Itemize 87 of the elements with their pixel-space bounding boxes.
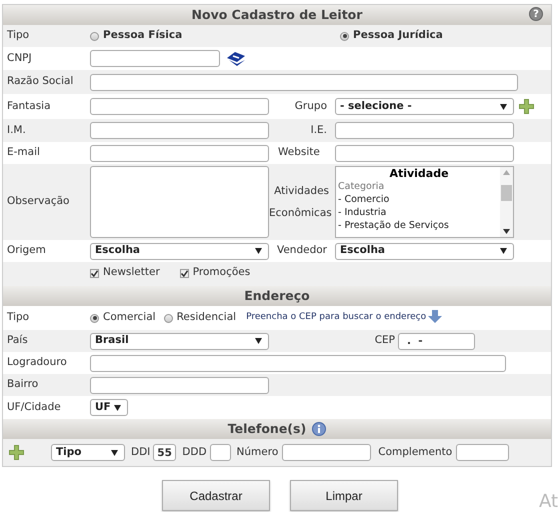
caret-icon <box>500 248 507 254</box>
caret-icon <box>255 338 262 344</box>
radio-label: Comercial <box>103 310 156 326</box>
field-label: E-mail <box>6 145 41 160</box>
field-label: Bairro <box>6 377 40 392</box>
field-label: Website <box>277 145 321 160</box>
field-label: Tipo <box>6 310 30 326</box>
field-label: País <box>6 333 29 348</box>
input-field[interactable] <box>90 50 220 67</box>
scroll-down-icon <box>503 229 510 234</box>
plus-icon <box>519 99 534 114</box>
form-button[interactable]: Limpar <box>290 480 398 511</box>
field-label: Atividades Econômicas <box>269 184 333 221</box>
radio-button[interactable] <box>164 314 173 322</box>
input-field[interactable] <box>282 444 372 461</box>
caret-icon <box>500 104 507 110</box>
section-title: Novo Cadastro de Leitor <box>192 6 362 24</box>
scrollbar[interactable] <box>500 167 513 237</box>
scroll-thumb[interactable] <box>501 185 512 201</box>
field-label: UF/Cidade <box>6 400 62 415</box>
field-label: Vendedor <box>276 243 328 258</box>
field-label: DDD <box>182 444 207 460</box>
check-icon <box>180 270 188 276</box>
radio-label: Pessoa Jurídica <box>353 28 443 44</box>
dropdown[interactable]: Tipo <box>51 444 125 461</box>
list-item[interactable]: - Prestação de Serviços <box>338 219 500 232</box>
input-field[interactable] <box>90 376 269 394</box>
caret-icon <box>111 450 118 456</box>
field-label: CEP <box>374 333 396 348</box>
input-field[interactable] <box>210 444 231 461</box>
field-label: Razão Social <box>6 74 74 90</box>
field-label: Observação <box>6 194 70 210</box>
field-label: CNPJ <box>6 50 33 66</box>
input-field[interactable] <box>335 122 514 139</box>
dropdown[interactable]: Escolha <box>90 242 269 260</box>
field-label: I.M. <box>6 122 27 138</box>
checkbox[interactable] <box>90 268 99 278</box>
field-label: Logradouro <box>6 355 68 370</box>
dropdown[interactable]: Brasil <box>90 332 269 350</box>
caret-icon <box>114 404 121 410</box>
list-item[interactable]: - Comercio <box>338 193 500 206</box>
input-field[interactable]: . - <box>398 332 475 350</box>
list-item[interactable]: - Industria <box>338 206 500 219</box>
check-icon <box>91 270 98 276</box>
hint-text: Preencha o CEP para buscar o endereço <box>246 311 426 324</box>
list-box[interactable]: Atividade Categoria - Comercio - Industria - Prestação de Serviços <box>335 166 514 238</box>
radio-button[interactable] <box>90 32 99 40</box>
list-group-label: Categoria <box>338 180 386 193</box>
input-field[interactable] <box>90 74 518 90</box>
checkbox-label: Promoções <box>192 265 250 280</box>
field-label: I.E. <box>310 122 328 138</box>
dropdown[interactable]: UF <box>90 399 128 416</box>
field-label: Número <box>236 444 278 460</box>
input-field[interactable]: 55 <box>153 444 176 461</box>
section-title: Telefone(s) <box>228 420 306 438</box>
input-field[interactable] <box>90 98 269 115</box>
cut-off-text: At <box>539 490 558 512</box>
emblem-icon <box>225 52 247 66</box>
down-arrow-icon <box>428 310 442 322</box>
field-label: DDI <box>131 444 150 460</box>
radio-label: Residencial <box>176 310 236 326</box>
radio-label: Pessoa Física <box>103 28 182 44</box>
field-label: Grupo <box>294 98 328 114</box>
help-icon[interactable]: ? <box>529 7 543 21</box>
section-title: Endereço <box>244 286 310 305</box>
field-label: Complemento <box>378 444 452 460</box>
input-field[interactable] <box>335 144 514 162</box>
field-label: Fantasia <box>6 98 52 114</box>
radio-button[interactable] <box>90 314 99 322</box>
info-icon <box>312 422 326 436</box>
field-label: Tipo <box>6 28 30 44</box>
text-area[interactable] <box>90 166 269 238</box>
field-label: Origem <box>6 243 47 258</box>
input-field[interactable] <box>90 354 506 372</box>
dropdown[interactable]: - selecione - <box>335 98 514 115</box>
dropdown[interactable]: Escolha <box>335 242 514 260</box>
plus-icon <box>9 445 24 460</box>
list-header: Atividade <box>388 167 450 180</box>
caret-icon <box>255 248 262 254</box>
scroll-up-icon <box>503 170 510 175</box>
input-field[interactable] <box>90 122 269 139</box>
form-button[interactable]: Cadastrar <box>162 480 270 511</box>
input-field[interactable] <box>90 144 269 162</box>
checkbox[interactable] <box>180 268 189 278</box>
radio-button[interactable] <box>340 32 349 40</box>
checkbox-label: Newsletter <box>103 265 160 280</box>
input-field[interactable] <box>456 444 510 461</box>
